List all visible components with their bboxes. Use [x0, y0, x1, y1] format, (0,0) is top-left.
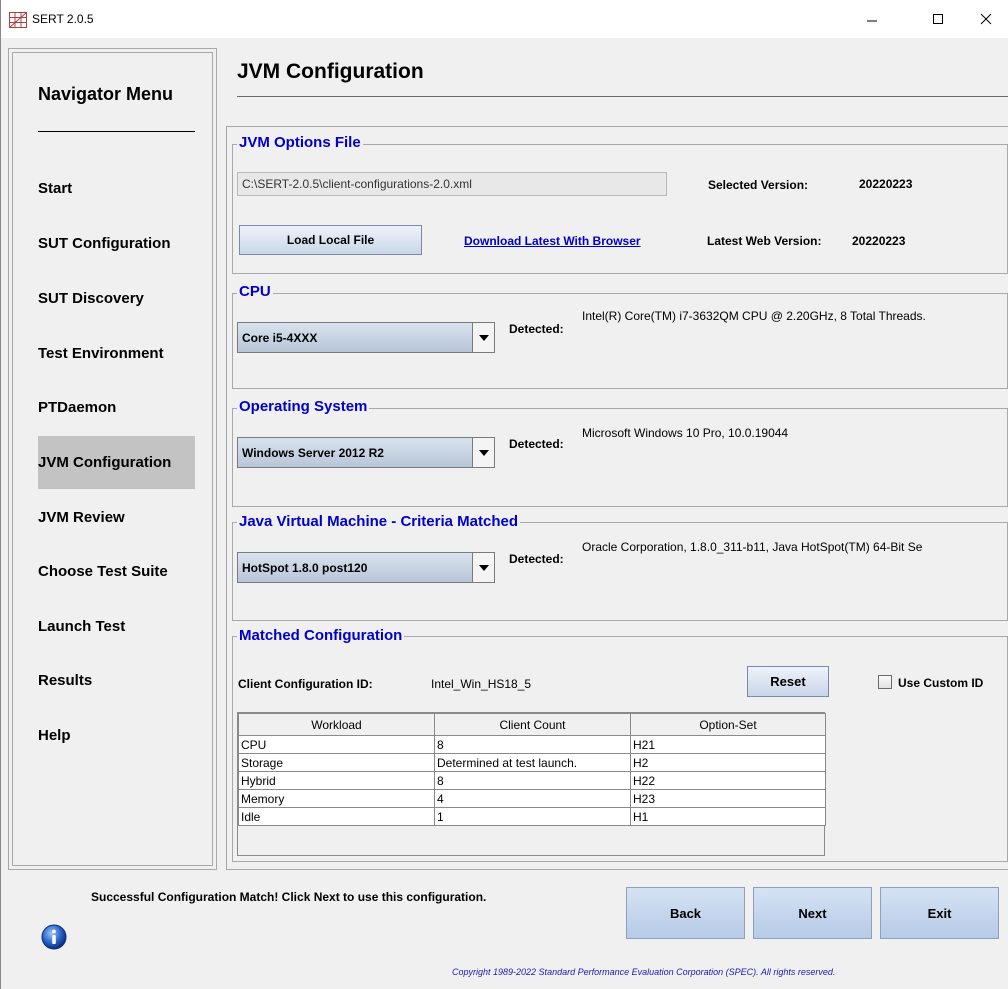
table-cell[interactable]: Storage [238, 753, 435, 772]
use-custom-id-checkbox[interactable] [878, 675, 892, 689]
table-cell[interactable]: 1 [434, 807, 631, 826]
jvm-group-title: Java Virtual Machine - Criteria Matched [237, 513, 520, 530]
table-cell[interactable]: Hybrid [238, 771, 435, 790]
table-cell[interactable]: H1 [630, 807, 826, 826]
reset-button[interactable]: Reset [747, 666, 829, 697]
app-icon [9, 12, 27, 28]
table-cell[interactable]: H22 [630, 771, 826, 790]
nav-item-results[interactable]: Results [38, 672, 195, 690]
cpu-select-value: Core i5-4XXX [242, 331, 318, 345]
jvm-detected-label: Detected: [509, 552, 564, 566]
os-group-title: Operating System [237, 398, 370, 415]
selected-version-label: Selected Version: [708, 178, 809, 192]
table-cell[interactable]: H23 [630, 789, 826, 808]
load-local-file-button[interactable]: Load Local File [239, 225, 422, 255]
window-left-border [0, 38, 1, 989]
nav-item-start[interactable]: Start [38, 180, 195, 198]
column-header-client-count[interactable]: Client Count [434, 713, 631, 736]
table-cell[interactable]: 4 [434, 789, 631, 808]
table-row[interactable]: Storage Determined at test launch. H2 [238, 753, 826, 772]
cpu-group-title: CPU [237, 283, 273, 300]
page-title-divider [237, 96, 1008, 97]
latest-web-version-label: Latest Web Version: [707, 234, 822, 248]
table-cell[interactable]: Memory [238, 789, 435, 808]
nav-item-jvm-review[interactable]: JVM Review [38, 509, 195, 527]
os-select-value: Windows Server 2012 R2 [242, 446, 384, 460]
minimize-button[interactable] [849, 0, 895, 38]
config-table-grid: Workload Client Count Option-Set CPU 8 H… [238, 713, 826, 826]
table-row[interactable]: CPU 8 H21 [238, 735, 826, 754]
table-row[interactable]: Idle 1 H1 [238, 807, 826, 826]
os-detected-label: Detected: [509, 437, 564, 451]
chevron-down-icon [472, 553, 494, 582]
page-title: JVM Configuration [237, 60, 424, 83]
table-cell[interactable]: Idle [238, 807, 435, 826]
config-table: Workload Client Count Option-Set CPU 8 H… [237, 712, 826, 856]
chevron-down-icon [472, 438, 494, 467]
info-icon [41, 924, 67, 950]
maximize-icon [933, 14, 943, 24]
table-cell[interactable]: Determined at test launch. [434, 753, 631, 772]
nav-item-ptdaemon[interactable]: PTDaemon [38, 399, 195, 417]
options-file-group-title: JVM Options File [237, 134, 363, 151]
table-cell[interactable]: 8 [434, 771, 631, 790]
nav-item-choose-test-suite[interactable]: Choose Test Suite [38, 563, 195, 581]
close-window-button[interactable] [963, 0, 1008, 38]
nav-item-sut-configuration[interactable]: SUT Configuration [38, 235, 195, 253]
navigator-title: Navigator Menu [38, 84, 174, 104]
client-config-id-label: Client Configuration ID: [238, 677, 373, 691]
exit-button[interactable]: Exit [880, 887, 999, 939]
back-button[interactable]: Back [626, 887, 745, 939]
nav-item-sut-discovery[interactable]: SUT Discovery [38, 290, 195, 308]
matched-config-group-title: Matched Configuration [237, 627, 405, 644]
next-button[interactable]: Next [753, 887, 872, 939]
column-header-option-set[interactable]: Option-Set [630, 713, 826, 736]
window-titlebar: SERT 2.0.5 [0, 0, 1008, 38]
cpu-detected-value: Intel(R) Core(TM) i7-3632QM CPU @ 2.20GH… [582, 309, 926, 323]
cpu-select[interactable]: Core i5-4XXX [237, 322, 495, 353]
minimize-icon [867, 20, 877, 22]
table-cell[interactable]: CPU [238, 735, 435, 754]
os-select[interactable]: Windows Server 2012 R2 [237, 437, 495, 468]
nav-item-test-environment[interactable]: Test Environment [38, 345, 195, 363]
table-cell[interactable]: H21 [630, 735, 826, 754]
jvm-detected-value: Oracle Corporation, 1.8.0_311-b11, Java … [582, 540, 923, 554]
download-latest-link[interactable]: Download Latest With Browser [464, 234, 641, 248]
os-detected-value: Microsoft Windows 10 Pro, 10.0.19044 [582, 426, 789, 440]
column-header-workload[interactable]: Workload [238, 713, 435, 736]
latest-web-version-value: 20220223 [852, 234, 906, 248]
table-row[interactable]: Hybrid 8 H22 [238, 771, 826, 790]
jvm-select[interactable]: HotSpot 1.8.0 post120 [237, 552, 495, 583]
selected-version-value: 20220223 [859, 177, 913, 191]
table-cell[interactable]: H2 [630, 753, 826, 772]
client-config-id-value: Intel_Win_HS18_5 [431, 677, 532, 691]
copyright-text: Copyright 1989-2022 Standard Performance… [452, 967, 836, 977]
table-row[interactable]: Memory 4 H23 [238, 789, 826, 808]
jvm-select-value: HotSpot 1.8.0 post120 [242, 561, 368, 575]
maximize-button[interactable] [915, 0, 961, 38]
use-custom-id-label: Use Custom ID [898, 676, 984, 690]
chevron-down-icon [472, 323, 494, 352]
close-icon [980, 13, 992, 25]
navigator-divider [38, 131, 195, 132]
cpu-detected-label: Detected: [509, 322, 564, 336]
status-message: Successful Configuration Match! Click Ne… [91, 890, 487, 904]
window-title: SERT 2.0.5 [32, 12, 94, 26]
table-cell[interactable]: 8 [434, 735, 631, 754]
nav-item-launch-test[interactable]: Launch Test [38, 618, 195, 636]
options-file-path-field[interactable]: C:\SERT-2.0.5\client-configurations-2.0.… [237, 172, 667, 196]
nav-item-jvm-configuration[interactable]: JVM Configuration [38, 454, 195, 472]
nav-item-help[interactable]: Help [38, 727, 195, 745]
